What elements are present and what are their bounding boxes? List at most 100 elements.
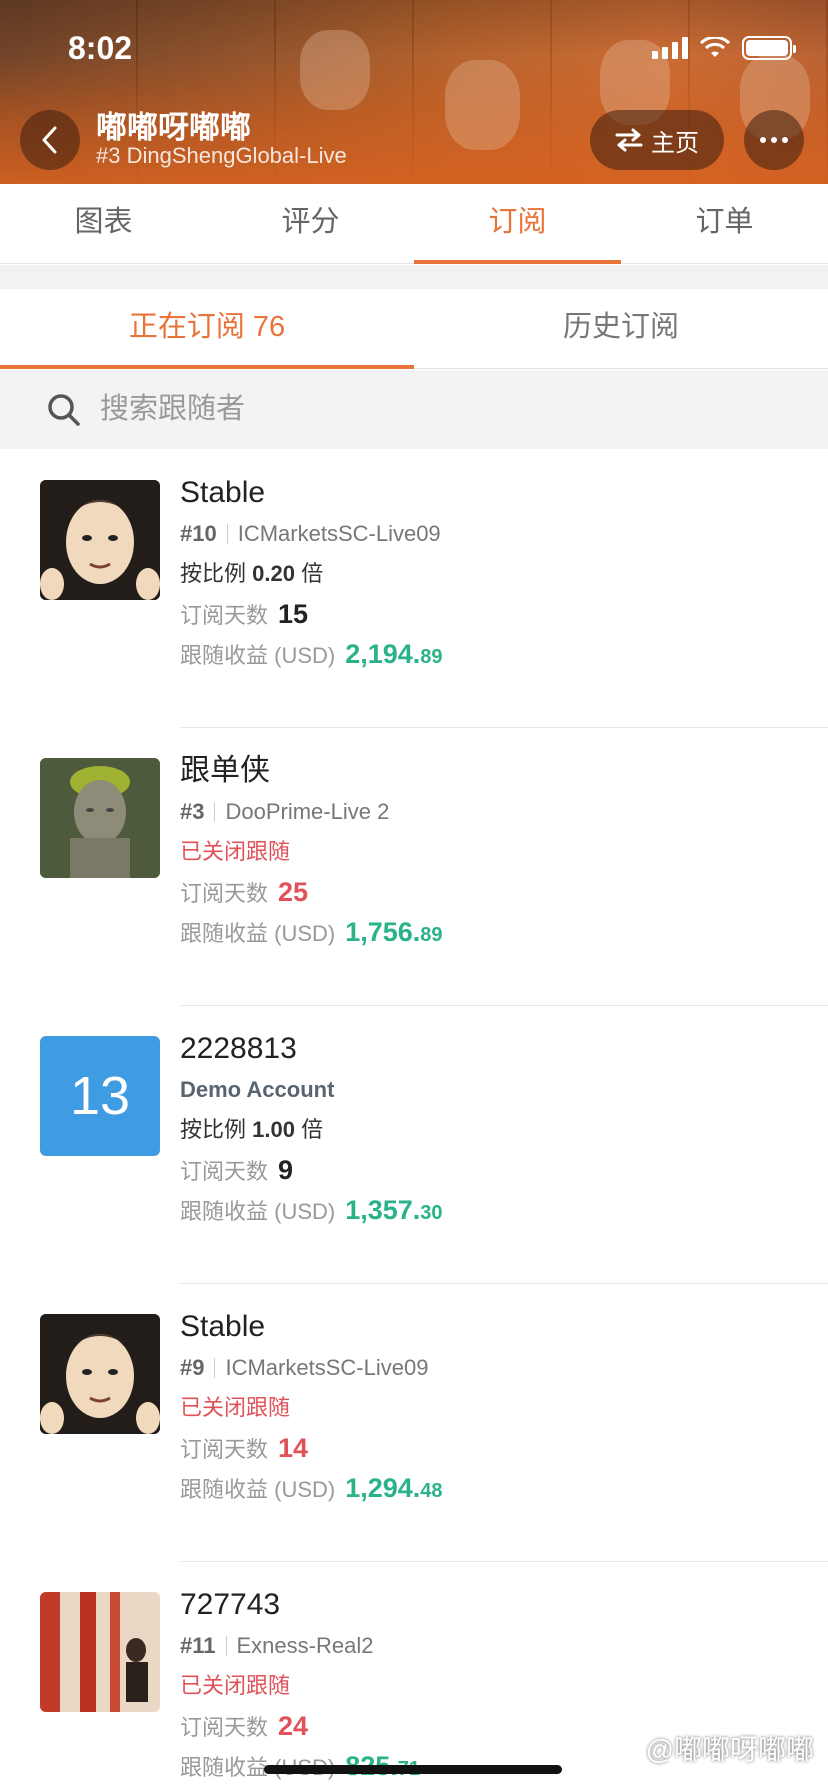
follow-profit-integer: 1,357. — [345, 1195, 421, 1225]
subscription-days-label: 订阅天数 — [180, 1715, 269, 1740]
follow-ratio-unit: 倍 — [301, 1117, 324, 1142]
subscription-days: 订阅天数 15 — [180, 594, 443, 634]
search-input[interactable] — [100, 393, 700, 426]
follow-profit-value: 1,756.89 — [345, 917, 443, 947]
more-dots-icon — [760, 137, 766, 143]
follower-rank-server: #3 DooPrime-Live 2 — [180, 792, 443, 832]
sub-tabs: 正在订阅 76 历史订阅 — [0, 289, 828, 369]
avatar — [40, 758, 160, 878]
tab-subscriptions[interactable]: 订阅 — [414, 184, 621, 264]
follow-profit: 跟随收益 (USD) 1,294.48 — [180, 1468, 443, 1508]
follow-ratio-value: 1.00 — [252, 1117, 295, 1142]
subscription-days-value: 24 — [278, 1711, 309, 1741]
follow-profit-decimal: 30 — [420, 1202, 443, 1224]
follow-profit-integer: 2,194. — [345, 639, 421, 669]
avatar — [40, 1592, 160, 1712]
follow-profit-label: 跟随收益 (USD) — [180, 1477, 336, 1502]
follow-profit: 跟随收益 (USD) 1,357.30 — [180, 1190, 443, 1230]
follow-profit-decimal: 89 — [420, 646, 443, 668]
subscription-days-value: 25 — [278, 877, 309, 907]
profile-header: 8:02 嘟嘟呀嘟嘟 #3 DingShengGlobal-Live 主页 — [0, 0, 828, 184]
follow-status: 已关闭跟随 — [180, 1673, 291, 1698]
follower-name: 2228813 — [180, 1032, 297, 1065]
account-type-label: Demo Account — [180, 1077, 335, 1102]
follower-name: Stable — [180, 1310, 266, 1343]
status-time: 8:02 — [68, 30, 133, 66]
home-button[interactable]: 主页 — [590, 110, 724, 170]
follow-profit: 跟随收益 (USD) 2,194.89 — [180, 634, 443, 674]
statue-avatar-icon — [40, 758, 160, 878]
page-title: 嘟嘟呀嘟嘟 — [96, 110, 251, 145]
tab-history-subscriptions[interactable]: 历史订阅 — [414, 289, 828, 368]
meme-face-avatar-icon — [40, 1314, 160, 1434]
swap-icon — [615, 128, 643, 152]
follow-status: 已关闭跟随 — [180, 1395, 291, 1420]
follow-status: 已关闭跟随 — [180, 839, 291, 864]
separator — [226, 524, 228, 544]
follow-ratio-value: 0.20 — [252, 561, 295, 586]
avatar: 13 — [40, 1036, 160, 1156]
more-options-button[interactable] — [744, 110, 804, 170]
follower-name: 跟单侠 — [180, 754, 270, 787]
follower-rank: #9 — [180, 1355, 205, 1380]
follow-ratio: 按比例 0.20 倍 — [180, 554, 443, 594]
follow-profit-decimal: 48 — [420, 1480, 443, 1502]
battery-icon — [742, 36, 796, 60]
follow-profit-label: 跟随收益 (USD) — [180, 921, 336, 946]
follow-profit-decimal: 89 — [420, 924, 443, 946]
follower-rank: #11 — [180, 1633, 216, 1658]
follower-server: DooPrime-Live 2 — [225, 799, 390, 824]
list-item[interactable]: Stable #10 ICMarketsSC-Live09 按比例 0.20 倍… — [0, 450, 828, 728]
follower-rank-server: #9 ICMarketsSC-Live09 — [180, 1348, 443, 1388]
header-photo-face — [445, 60, 520, 150]
subscription-days-value: 14 — [278, 1433, 309, 1463]
separator — [225, 1636, 227, 1656]
tab-orders[interactable]: 订单 — [621, 184, 828, 263]
follow-ratio-label: 按比例 — [180, 561, 247, 586]
follow-ratio: 按比例 1.00 倍 — [180, 1110, 443, 1150]
search-bar — [0, 370, 828, 449]
follow-profit-value: 1,294.48 — [345, 1473, 443, 1503]
subscription-days: 订阅天数 24 — [180, 1706, 420, 1746]
header-photo-face — [300, 30, 370, 110]
follow-profit-integer: 1,294. — [345, 1473, 421, 1503]
search-icon — [48, 393, 80, 426]
follow-ratio-label: 按比例 — [180, 1117, 247, 1142]
list-item[interactable]: 跟单侠 #3 DooPrime-Live 2 已关闭跟随 订阅天数 25 跟随收益… — [0, 728, 828, 1006]
follow-profit-integer: 1,756. — [345, 917, 421, 947]
follow-profit-value: 2,194.89 — [345, 639, 443, 669]
subscription-days-value: 15 — [278, 599, 309, 629]
list-item[interactable]: Stable #9 ICMarketsSC-Live09 已关闭跟随 订阅天数 1… — [0, 1284, 828, 1562]
subscription-days-label: 订阅天数 — [180, 1437, 269, 1462]
page-subtitle: #3 DingShengGlobal-Live — [96, 143, 347, 168]
tab-chart[interactable]: 图表 — [0, 184, 207, 263]
follower-rank-server: #10 ICMarketsSC-Live09 — [180, 514, 443, 554]
tab-rating[interactable]: 评分 — [207, 184, 414, 263]
meme-face-avatar-icon — [40, 480, 160, 600]
follow-profit-label: 跟随收益 (USD) — [180, 643, 336, 668]
follower-rank: #3 — [180, 799, 205, 824]
subscription-days-label: 订阅天数 — [180, 603, 269, 628]
chevron-left-icon — [42, 126, 57, 154]
follow-profit: 跟随收益 (USD) 1,756.89 — [180, 912, 443, 952]
back-button[interactable] — [20, 110, 80, 170]
tab-current-subscriptions[interactable]: 正在订阅 76 — [0, 289, 414, 369]
subscription-days: 订阅天数 25 — [180, 872, 443, 912]
follower-server: ICMarketsSC-Live09 — [237, 521, 441, 546]
follow-profit-value: 1,357.30 — [345, 1195, 443, 1225]
avatar — [40, 1314, 160, 1434]
follow-ratio-unit: 倍 — [301, 561, 324, 586]
follower-name: Stable — [180, 476, 266, 509]
follow-profit-label: 跟随收益 (USD) — [180, 1199, 336, 1224]
cellular-signal-icon — [652, 37, 688, 59]
follower-server: ICMarketsSC-Live09 — [225, 1355, 429, 1380]
home-indicator[interactable] — [264, 1765, 562, 1774]
follower-list: Stable #10 ICMarketsSC-Live09 按比例 0.20 倍… — [0, 450, 828, 1792]
subscription-days-label: 订阅天数 — [180, 1159, 269, 1184]
status-icons — [652, 36, 796, 60]
avatar — [40, 480, 160, 600]
list-item[interactable]: 13 2228813 Demo Account 按比例 1.00 倍 订阅天数 9… — [0, 1006, 828, 1284]
watermark: @嘟嘟呀嘟嘟 — [645, 1734, 814, 1765]
follower-server: Exness-Real2 — [236, 1633, 374, 1658]
follower-name: 727743 — [180, 1588, 281, 1621]
